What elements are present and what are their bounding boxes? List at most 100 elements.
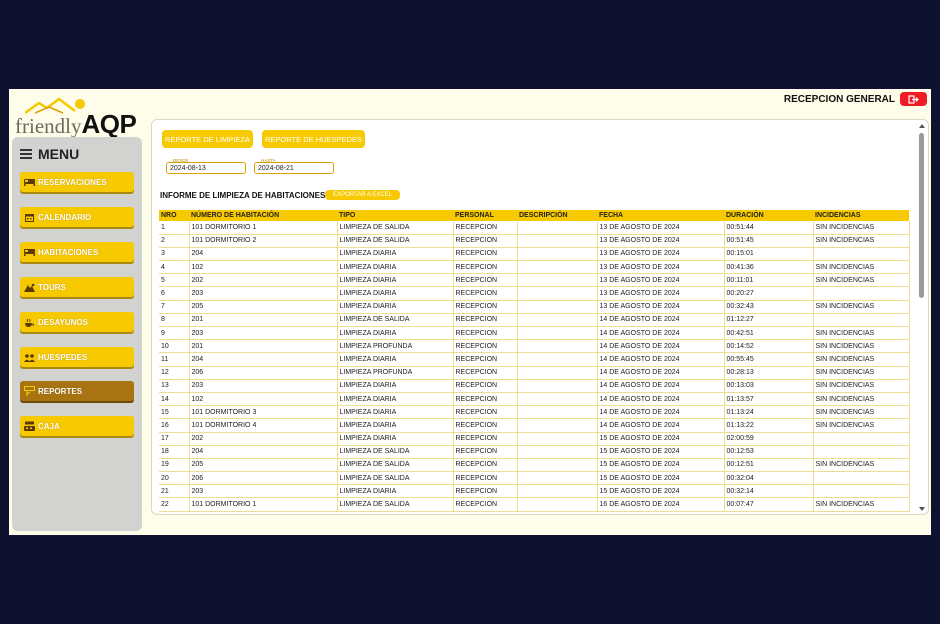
tab-guests-report[interactable]: REPORTE DE HUESPEDES bbox=[262, 130, 365, 148]
table-row[interactable]: 5 202 LIMPIEZA DIARIA RECEPCION 13 DE AGOSTO… bbox=[159, 273, 910, 288]
column-header[interactable]: INCIDENCIAS bbox=[813, 210, 909, 221]
table-cell: 22 bbox=[159, 497, 190, 512]
table-cell: 15 DE AGOSTO DE 2024 bbox=[597, 445, 725, 459]
table-cell: 00:42:51 bbox=[724, 326, 814, 341]
table-cell: RECEPCION bbox=[453, 221, 518, 235]
table-cell bbox=[517, 286, 598, 301]
report-panel: REPORTE DE LIMPIEZA REPORTE DE HUESPEDES… bbox=[151, 119, 929, 515]
export-excel-button[interactable]: EXPORTAR A EXCEL bbox=[325, 190, 400, 200]
table-cell: 00:13:03 bbox=[724, 379, 814, 393]
logo-text: friendlyAQP bbox=[15, 109, 137, 140]
table-row[interactable]: 18 204 LIMPIEZA DE SALIDA RECEPCION 15 DE AG… bbox=[159, 445, 910, 459]
table-cell: RECEPCION bbox=[453, 247, 518, 262]
table-cell: RECEPCION bbox=[453, 273, 518, 288]
table-cell: SIN INCIDENCIAS bbox=[813, 458, 910, 473]
from-date-input[interactable]: 2024-08-13 bbox=[166, 162, 246, 174]
column-header[interactable]: TIPO bbox=[337, 210, 453, 221]
table-row[interactable]: 9 203 LIMPIEZA DIARIA RECEPCION 14 DE AGOSTO… bbox=[159, 326, 910, 341]
table-cell: RECEPCION bbox=[453, 379, 518, 393]
sidebar-item-label: CAJA bbox=[38, 421, 60, 431]
table-row[interactable]: 16 101 DORMITORIO 4 LIMPIEZA DIARIA RECEPCI… bbox=[159, 418, 910, 433]
sidebar-item-desayunos[interactable]: DESAYUNOS bbox=[20, 312, 134, 332]
sidebar-item-label: TOURS bbox=[38, 282, 66, 292]
table-cell bbox=[517, 366, 598, 380]
table-cell bbox=[813, 484, 910, 499]
table-cell: 01:13:22 bbox=[724, 418, 814, 433]
scroll-down-icon[interactable] bbox=[919, 507, 925, 511]
table-cell: 8 bbox=[159, 313, 190, 328]
scroll-up-icon[interactable] bbox=[919, 124, 925, 128]
tab-cleaning-report[interactable]: REPORTE DE LIMPIEZA bbox=[162, 130, 253, 148]
table-cell: 12 bbox=[159, 366, 190, 380]
table-cell: 203 bbox=[189, 326, 338, 341]
table-row[interactable]: 21 203 LIMPIEZA DIARIA RECEPCION 15 DE AGOST… bbox=[159, 484, 910, 499]
table-cell: 13 DE AGOSTO DE 2024 bbox=[597, 273, 725, 288]
column-header[interactable]: DESCRIPCIÓN bbox=[517, 210, 597, 221]
sidebar-item-label: RESERVACIONES bbox=[38, 177, 107, 187]
table-cell: 13 DE AGOSTO DE 2024 bbox=[597, 300, 725, 314]
table-row[interactable]: 17 202 LIMPIEZA DIARIA RECEPCION 15 DE AGOST… bbox=[159, 432, 910, 446]
table-row[interactable]: 8 201 LIMPIEZA DE SALIDA RECEPCION 14 DE AGO… bbox=[159, 313, 910, 328]
sidebar-item-tours[interactable]: TOURS bbox=[20, 277, 134, 297]
table-cell: LIMPIEZA DIARIA bbox=[337, 286, 454, 301]
table-row[interactable]: 14 102 LIMPIEZA DIARIA RECEPCION 14 DE AGOST… bbox=[159, 392, 910, 407]
table-row[interactable]: 7 205 LIMPIEZA DIARIA RECEPCION 13 DE AGOSTO… bbox=[159, 300, 910, 314]
table-row[interactable]: 4 102 LIMPIEZA DIARIA RECEPCION 13 DE AGOSTO… bbox=[159, 260, 910, 275]
sidebar-item-habitaciones[interactable]: HABITACIONES bbox=[20, 242, 134, 262]
table-cell: 17 bbox=[159, 432, 190, 446]
table-cell: LIMPIEZA DIARIA bbox=[337, 260, 454, 275]
logout-button[interactable] bbox=[900, 92, 927, 106]
table-cell: SIN INCIDENCIAS bbox=[813, 352, 910, 367]
column-header[interactable]: NÚMERO DE HABITACIÓN bbox=[189, 210, 337, 221]
table-cell: SIN INCIDENCIAS bbox=[813, 221, 910, 235]
table-row[interactable]: 2 101 DORMITORIO 2 LIMPIEZA DE SALIDA RECEP… bbox=[159, 234, 910, 248]
table-row[interactable]: 19 205 LIMPIEZA DE SALIDA RECEPCION 15 DE AG… bbox=[159, 458, 910, 473]
hamburger-icon[interactable] bbox=[20, 149, 32, 159]
sidebar-item-huespedes[interactable]: HUESPEDES bbox=[20, 347, 134, 367]
table-cell: 201 bbox=[189, 339, 338, 354]
sidebar-item-reportes[interactable]: REPORTES bbox=[20, 381, 134, 401]
table-cell: 00:20:27 bbox=[724, 286, 814, 301]
table-row[interactable]: 11 204 LIMPIEZA DIARIA RECEPCION 14 DE AGOST… bbox=[159, 352, 910, 367]
table-cell: 01:12:27 bbox=[724, 313, 814, 328]
table-row[interactable]: 13 203 LIMPIEZA DIARIA RECEPCION 14 DE AGOST… bbox=[159, 379, 910, 393]
column-header[interactable]: NRO bbox=[159, 210, 189, 221]
column-header[interactable]: PERSONAL bbox=[453, 210, 517, 221]
sidebar-item-reservaciones[interactable]: RESERVACIONES bbox=[20, 172, 134, 192]
user-area: RECEPCION GENERAL bbox=[784, 91, 927, 107]
table-row[interactable]: 20 206 LIMPIEZA DE SALIDA RECEPCION 15 DE AG… bbox=[159, 471, 910, 486]
table-cell: 00:12:53 bbox=[724, 445, 814, 459]
table-cell bbox=[517, 471, 598, 486]
table-row[interactable]: 3 204 LIMPIEZA DIARIA RECEPCION 13 DE AGOSTO… bbox=[159, 247, 910, 262]
table-row[interactable]: 15 101 DORMITORIO 3 LIMPIEZA DIARIA RECEPCI… bbox=[159, 405, 910, 420]
cash-register-icon bbox=[24, 421, 35, 431]
table-cell: SIN INCIDENCIAS bbox=[813, 418, 910, 433]
table-cell: RECEPCION bbox=[453, 458, 518, 473]
table-cell: 14 DE AGOSTO DE 2024 bbox=[597, 326, 725, 341]
column-header[interactable]: FECHA bbox=[597, 210, 724, 221]
table-cell: 16 bbox=[159, 418, 190, 433]
table-cell: SIN INCIDENCIAS bbox=[813, 379, 910, 393]
table-cell: 00:51:45 bbox=[724, 234, 814, 248]
menu-header[interactable]: MENU bbox=[20, 146, 79, 162]
table-cell: LIMPIEZA DE SALIDA bbox=[337, 445, 454, 459]
table-cell: 13 DE AGOSTO DE 2024 bbox=[597, 286, 725, 301]
table-cell: 01:13:24 bbox=[724, 405, 814, 420]
table-row[interactable]: 22 101 DORMITORIO 1 LIMPIEZA DE SALIDA RECE… bbox=[159, 497, 910, 512]
table-cell: LIMPIEZA DE SALIDA bbox=[337, 313, 454, 328]
table-row[interactable]: 1 101 DORMITORIO 1 LIMPIEZA DE SALIDA RECEP… bbox=[159, 221, 910, 235]
table-cell: 7 bbox=[159, 300, 190, 314]
scrollbar-thumb[interactable] bbox=[919, 133, 924, 298]
table-row[interactable]: 10 201 LIMPIEZA PROFUNDA RECEPCION 14 DE AGO… bbox=[159, 339, 910, 354]
brand-logo[interactable]: friendlyAQP bbox=[15, 96, 141, 140]
table-row[interactable]: 12 206 LIMPIEZA PROFUNDA RECEPCION 14 DE AGO… bbox=[159, 366, 910, 380]
vertical-scrollbar[interactable] bbox=[917, 120, 927, 514]
sidebar-item-calendario[interactable]: CALENDARIO bbox=[20, 207, 134, 227]
sidebar-item-caja[interactable]: CAJA bbox=[20, 416, 134, 436]
column-header[interactable]: DURACIÓN bbox=[724, 210, 813, 221]
table-cell: SIN INCIDENCIAS bbox=[813, 326, 910, 341]
table-cell: 00:51:44 bbox=[724, 221, 814, 235]
table-row[interactable]: 6 203 LIMPIEZA DIARIA RECEPCION 13 DE AGOSTO… bbox=[159, 286, 910, 301]
table-cell bbox=[517, 418, 598, 433]
to-date-input[interactable]: 2024-08-21 bbox=[254, 162, 334, 174]
